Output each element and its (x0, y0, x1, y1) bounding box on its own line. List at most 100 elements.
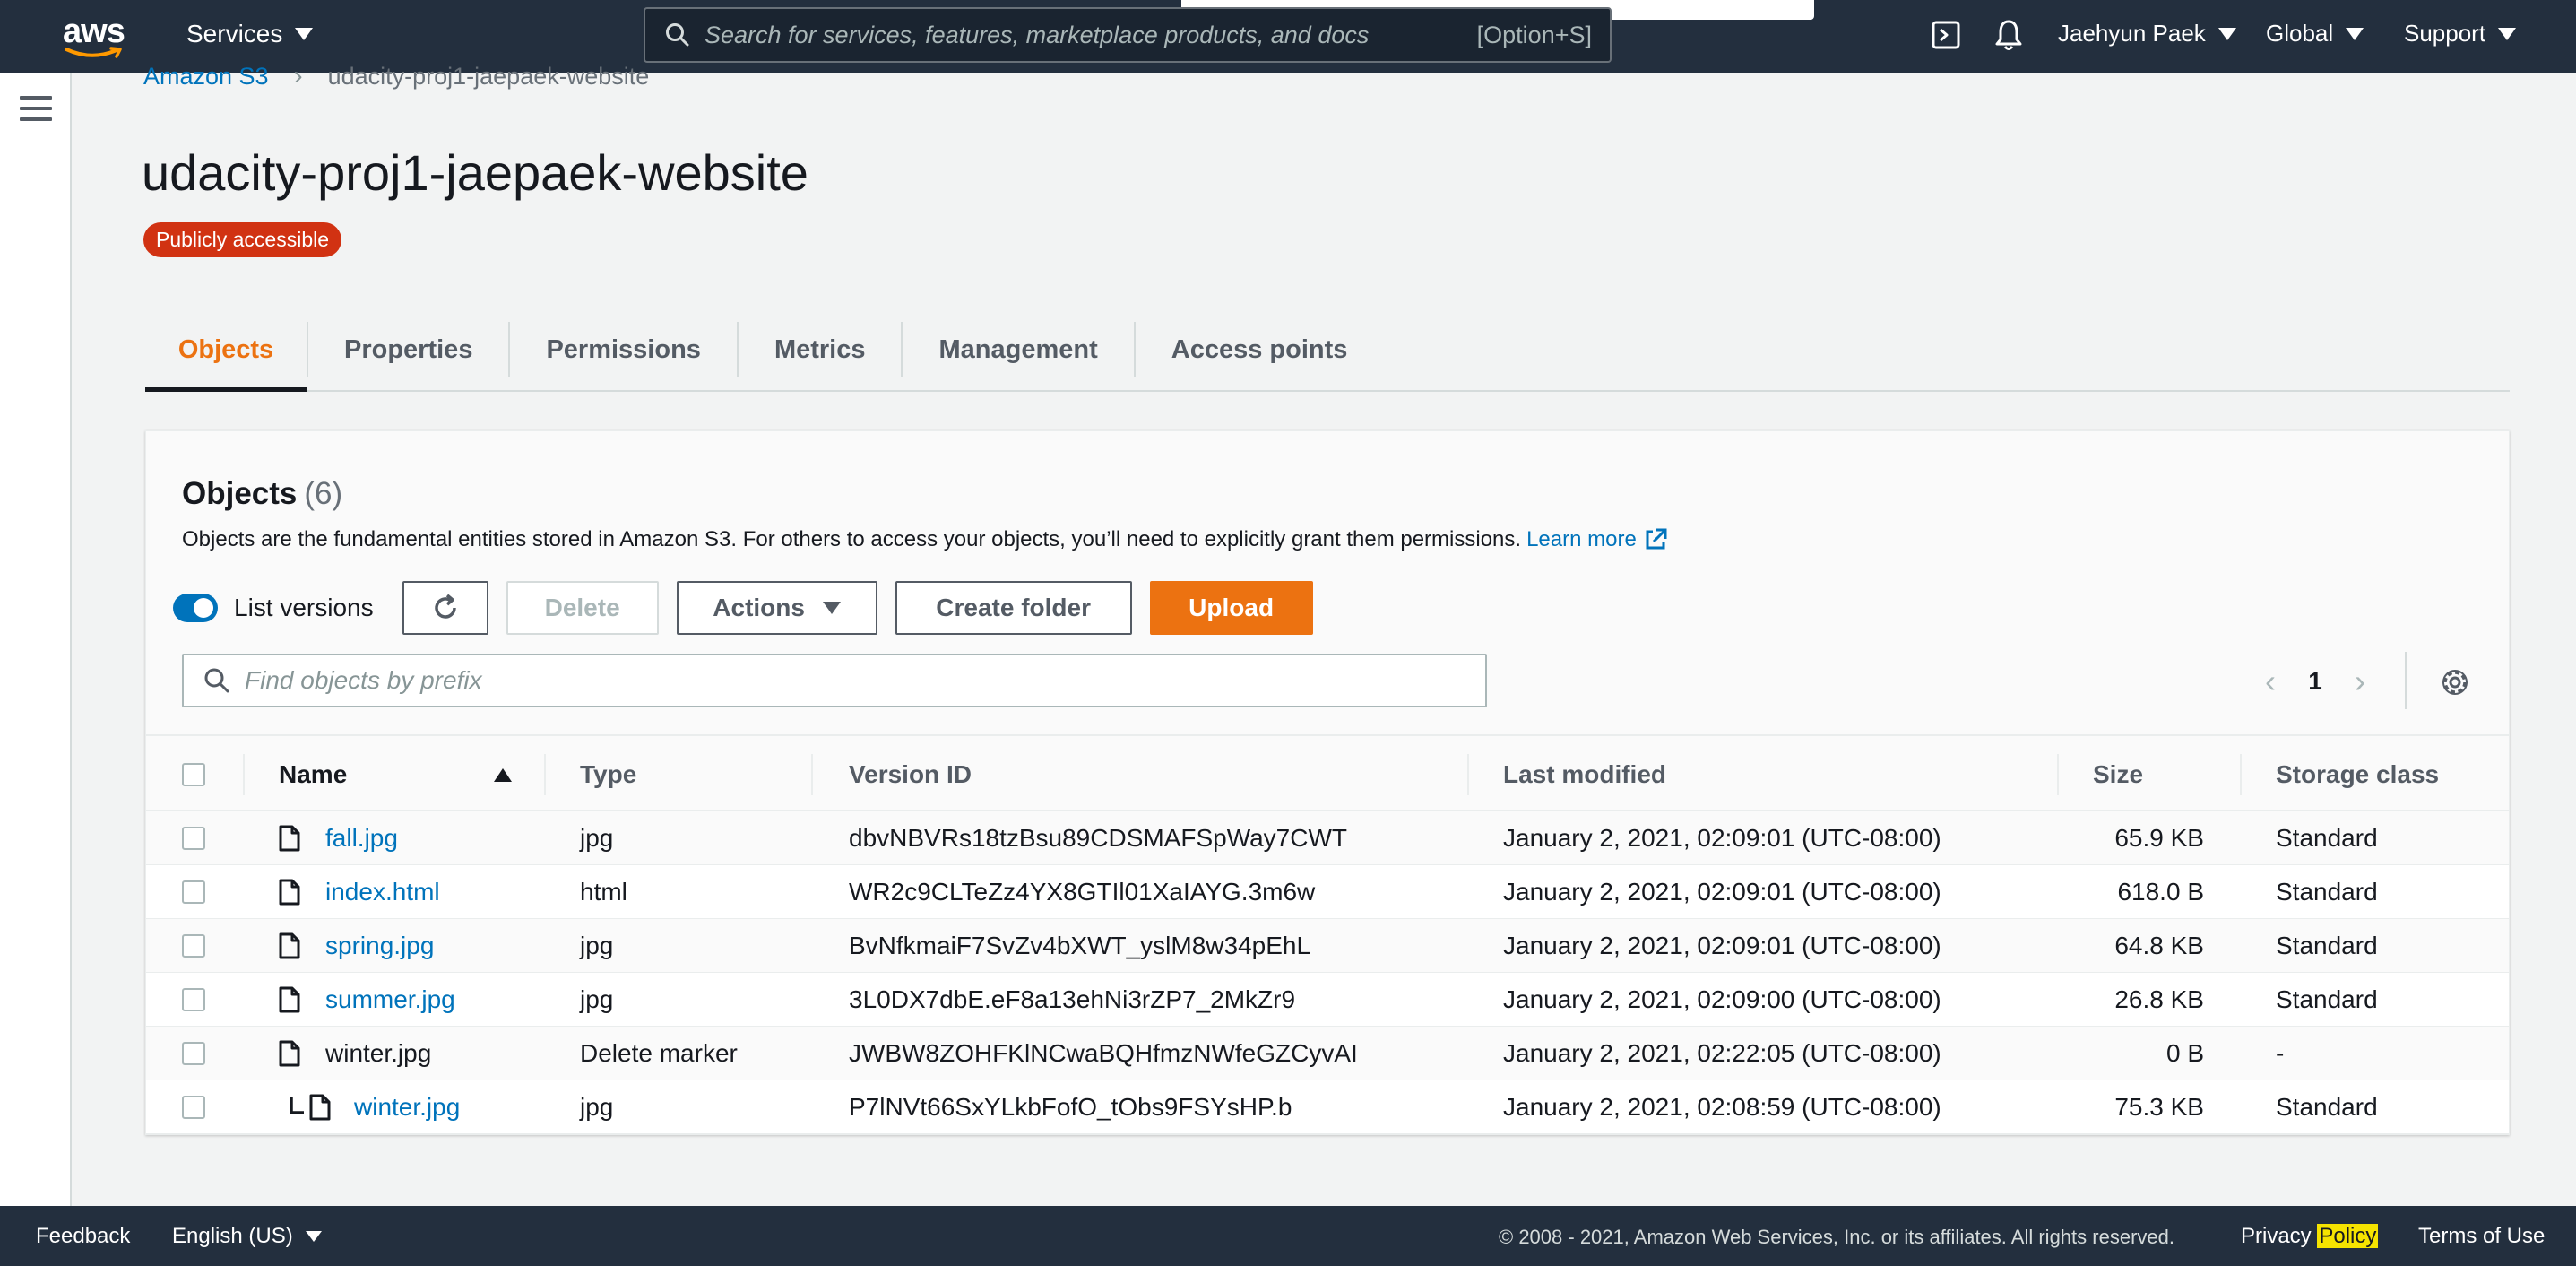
row-checkbox[interactable] (182, 880, 205, 904)
header-size[interactable]: Size (2093, 736, 2143, 813)
object-size: 65.9 KB (2114, 824, 2204, 852)
refresh-button[interactable] (402, 581, 488, 635)
learn-more-link[interactable]: Learn more (1526, 527, 1637, 552)
table-body: fall.jpg jpg dbvNBVRs18tzBsu89CDSMAFSpWa… (146, 811, 2509, 1134)
feedback-link[interactable]: Feedback (36, 1224, 130, 1249)
select-all-checkbox[interactable] (182, 763, 205, 786)
current-page[interactable]: 1 (2297, 667, 2333, 696)
list-versions-toggle[interactable] (173, 594, 218, 622)
tab-metrics[interactable]: Metrics (739, 309, 902, 390)
cloudshell-icon[interactable] (1931, 20, 1961, 50)
column-divider (2057, 754, 2059, 795)
column-divider (544, 754, 546, 795)
header-last-modified[interactable]: Last modified (1503, 736, 1666, 813)
header-label: Version ID (849, 760, 972, 788)
status-badge: Publicly accessible (143, 222, 342, 257)
privacy-policy-link[interactable]: Privacy Policy (2241, 1224, 2379, 1249)
bell-icon[interactable] (1993, 18, 2024, 52)
region-menu[interactable]: Global (2266, 20, 2364, 48)
header-storage-class[interactable]: Storage class (2276, 736, 2439, 813)
object-name-link[interactable]: fall.jpg (325, 811, 398, 865)
row-checkbox[interactable] (182, 934, 205, 958)
tab-access-points[interactable]: Access points (1136, 309, 1384, 390)
caret-down-icon (2346, 27, 2364, 40)
header-name[interactable]: Name (279, 736, 512, 813)
table-row: winter.jpg jpg P7lNVt66SxYLkbFofO_tObs9F… (146, 1080, 2509, 1134)
language-selector[interactable]: English (US) (172, 1224, 322, 1249)
caret-down-icon (295, 28, 314, 40)
search-icon (666, 23, 689, 47)
create-folder-button[interactable]: Create folder (895, 581, 1132, 635)
header-version-id[interactable]: Version ID (849, 736, 972, 813)
object-size: 26.8 KB (2114, 985, 2204, 1013)
header-label: Name (279, 760, 348, 788)
breadcrumb-amazon-s3[interactable]: Amazon S3 (143, 63, 269, 91)
tab-label: Permissions (546, 334, 701, 364)
column-divider (243, 754, 245, 795)
actions-label: Actions (713, 594, 805, 621)
row-checkbox[interactable] (182, 1096, 205, 1119)
search-placeholder: Search for services, features, marketpla… (705, 21, 1370, 48)
gear-icon[interactable] (2437, 664, 2473, 700)
terms-of-use-link[interactable]: Terms of Use (2418, 1224, 2545, 1249)
column-divider (1467, 754, 1469, 795)
next-page-icon[interactable]: › (2333, 663, 2387, 700)
object-size: 618.0 B (2117, 878, 2204, 906)
object-name-link[interactable]: summer.jpg (325, 973, 455, 1027)
hamburger-menu-icon[interactable] (20, 96, 52, 123)
tab-properties[interactable]: Properties (308, 309, 508, 390)
tab-label: Management (938, 334, 1098, 364)
object-size: 64.8 KB (2114, 932, 2204, 959)
object-last-modified: January 2, 2021, 02:09:01 (UTC-08:00) (1503, 824, 1941, 852)
header-type[interactable]: Type (580, 736, 636, 813)
aws-logo[interactable]: aws (63, 14, 129, 59)
row-checkbox[interactable] (182, 827, 205, 850)
sort-ascending-icon (494, 767, 512, 782)
tab-objects[interactable]: Objects (145, 309, 307, 392)
object-name-link[interactable]: winter.jpg (354, 1080, 460, 1134)
object-version-id: dbvNBVRs18tzBsu89CDSMAFSpWay7CWT (849, 824, 1348, 852)
support-menu[interactable]: Support (2404, 20, 2517, 48)
support-label: Support (2404, 20, 2486, 47)
objects-panel: Objects (6) Objects are the fundamental e… (145, 430, 2510, 1135)
chevron-right-icon: › (293, 61, 303, 91)
object-last-modified: January 2, 2021, 02:09:01 (UTC-08:00) (1503, 878, 1941, 906)
objects-table: Name Type Version ID Last modified Size … (146, 734, 2509, 1134)
previous-page-icon[interactable]: ‹ (2243, 663, 2297, 700)
tab-permissions[interactable]: Permissions (510, 309, 736, 390)
version-branch-icon (290, 1097, 304, 1114)
object-version-id: 3L0DX7dbE.eF8a13ehNi3rZP7_2MkZr9 (849, 985, 1296, 1013)
upload-button[interactable]: Upload (1149, 581, 1313, 635)
object-name-link[interactable]: spring.jpg (325, 919, 434, 973)
object-size: 0 B (2165, 1039, 2204, 1067)
header-label: Last modified (1503, 760, 1667, 788)
find-objects-input[interactable]: Find objects by prefix (182, 654, 1487, 707)
tab-label: Access points (1171, 334, 1348, 364)
divider (2405, 652, 2407, 709)
object-size: 75.3 KB (2114, 1093, 2204, 1121)
file-icon (279, 986, 300, 1013)
services-menu[interactable]: Services (186, 20, 314, 48)
file-icon (279, 825, 300, 852)
refresh-icon (434, 594, 456, 619)
object-name-link[interactable]: index.html (325, 865, 440, 919)
tab-management[interactable]: Management (903, 309, 1133, 390)
delete-button[interactable]: Delete (506, 581, 659, 635)
search-shortcut: [Option+S] (1476, 21, 1592, 48)
row-checkbox[interactable] (182, 988, 205, 1011)
tab-label: Objects (177, 334, 274, 364)
panel-title: Objects (6) (182, 476, 342, 512)
side-navigation (0, 73, 72, 1206)
row-checkbox[interactable] (182, 1042, 205, 1065)
global-search-input[interactable]: Search for services, features, marketpla… (644, 7, 1612, 63)
region-label: Global (2266, 20, 2334, 47)
account-menu[interactable]: Jaehyun Paek (2058, 20, 2236, 48)
services-label: Services (186, 20, 283, 48)
select-all-cell (182, 736, 205, 813)
actions-button[interactable]: Actions (676, 581, 877, 635)
table-row: winter.jpg Delete marker JWBW8ZOHFKlNCwa… (146, 1027, 2509, 1080)
account-label: Jaehyun Paek (2058, 20, 2206, 47)
object-last-modified: January 2, 2021, 02:22:05 (UTC-08:00) (1503, 1039, 1941, 1067)
object-type: Delete marker (580, 1039, 738, 1067)
external-link-icon[interactable] (1642, 526, 1669, 553)
